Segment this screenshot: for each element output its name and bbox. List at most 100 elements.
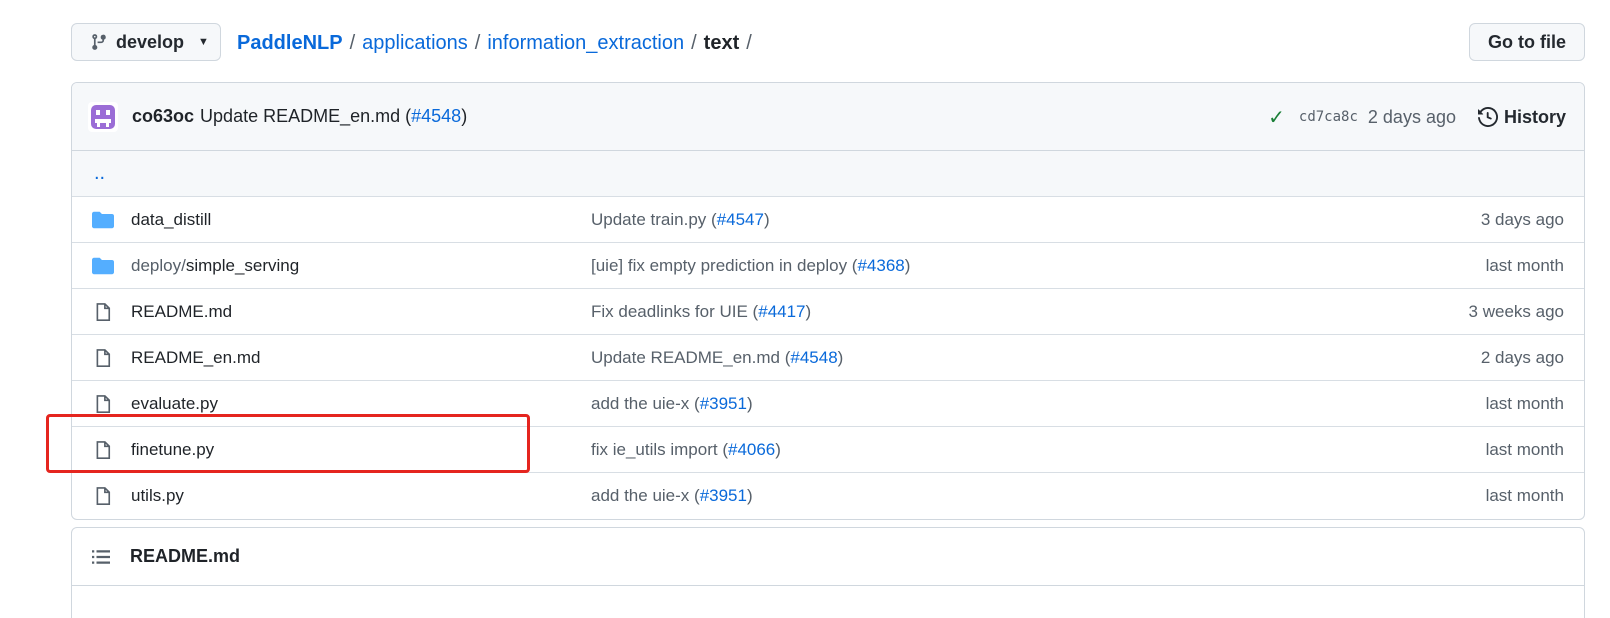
- breadcrumb-separator: /: [349, 31, 356, 54]
- readme-panel: README.md: [71, 527, 1585, 618]
- file-commit-time: 3 weeks ago: [1468, 301, 1564, 321]
- commit-time: 2 days ago: [1367, 106, 1456, 127]
- breadcrumb-separator: /: [474, 31, 481, 54]
- file-name-prefix: deploy/: [131, 255, 186, 275]
- history-icon: [1477, 107, 1498, 127]
- file-commit-message[interactable]: Update README_en.md (#4548): [591, 348, 843, 368]
- breadcrumb-information-extraction-link[interactable]: information_extraction: [487, 32, 684, 55]
- file-commit-close: ): [904, 255, 911, 275]
- file-commit-text: Update train.py (: [591, 209, 717, 229]
- file-commit-time: last month: [1485, 393, 1564, 413]
- file-commit-message[interactable]: fix ie_utils import (#4066): [591, 440, 781, 460]
- file-name-link[interactable]: utils.py: [131, 486, 184, 506]
- breadcrumb-repo-link[interactable]: PaddleNLP: [237, 32, 343, 55]
- file-commit-close: ): [805, 301, 812, 321]
- file-row[interactable]: evaluate.py add the uie-x (#3951) last mon…: [72, 381, 1584, 427]
- file-commit-close: ): [763, 209, 770, 229]
- file-commit-text: [uie] fix empty prediction in deploy (: [591, 255, 858, 275]
- branch-name: develop: [116, 31, 185, 52]
- file-icon: [96, 303, 111, 321]
- file-commit-message[interactable]: Update train.py (#4547): [591, 210, 770, 230]
- file-commit-message[interactable]: add the uie-x (#3951): [591, 394, 753, 414]
- file-name-link[interactable]: evaluate.py: [131, 394, 218, 414]
- file-name-link[interactable]: deploy/simple_serving: [131, 256, 299, 276]
- file-commit-text: Fix deadlinks for UIE (: [591, 301, 759, 321]
- file-name-text: evaluate.py: [131, 393, 218, 413]
- file-row[interactable]: deploy/simple_serving [uie] fix empty pre…: [72, 243, 1584, 289]
- file-row[interactable]: README.md Fix deadlinks for UIE (#4417) 3 …: [72, 289, 1584, 335]
- file-commit-close: ): [746, 393, 753, 413]
- branch-selector-button[interactable]: develop ▼: [71, 23, 221, 61]
- file-commit-text: add the uie-x (: [591, 486, 700, 505]
- file-commit-close: ): [775, 439, 781, 459]
- history-button[interactable]: History: [1477, 106, 1566, 128]
- git-branch-icon: [92, 34, 106, 50]
- history-label: History: [1503, 106, 1566, 127]
- file-row[interactable]: data_distill Update train.py (#4547) 3 day…: [72, 197, 1584, 243]
- file-icon: [96, 395, 111, 413]
- list-icon[interactable]: [92, 549, 110, 565]
- file-commit-pr-link[interactable]: #4066: [728, 440, 775, 459]
- file-name-text: utils.py: [131, 486, 184, 505]
- file-commit-pr-link[interactable]: #4548: [790, 348, 837, 367]
- file-row[interactable]: README_en.md Update README_en.md (#4548) 2…: [72, 335, 1584, 381]
- file-row[interactable]: utils.py add the uie-x (#3951) last month: [72, 473, 1584, 519]
- commit-author[interactable]: co63oc: [132, 106, 194, 127]
- file-name-link[interactable]: data_distill: [131, 210, 211, 230]
- file-rows: data_distill Update train.py (#4547) 3 day…: [72, 197, 1584, 519]
- breadcrumb-separator: /: [746, 31, 752, 54]
- commit-message-end: ): [461, 106, 468, 126]
- file-row[interactable]: finetune.py fix ie_utils import (#4066) la…: [72, 427, 1584, 473]
- file-commit-pr-link[interactable]: #3951: [700, 394, 747, 413]
- file-commit-time: last month: [1485, 255, 1564, 275]
- file-commit-close: ): [746, 486, 753, 505]
- file-name-text: data_distill: [131, 209, 212, 229]
- check-icon[interactable]: ✓: [1268, 105, 1285, 130]
- file-commit-pr-link[interactable]: #4368: [857, 256, 904, 275]
- github-file-browser: develop ▼ PaddleNLP / applications / inf…: [0, 0, 1610, 618]
- file-name-text: finetune.py: [131, 439, 215, 459]
- commit-pr-link[interactable]: #4548: [411, 106, 461, 126]
- go-to-file-button[interactable]: Go to file: [1469, 23, 1585, 61]
- commit-meta: ✓ cd7ca8c 2 days ago History: [1268, 83, 1566, 151]
- commit-message-text: Update README_en.md (: [200, 106, 412, 126]
- breadcrumb-applications-link[interactable]: applications: [362, 32, 468, 55]
- file-list: co63oc Update README_en.md (#4548) ✓ cd7…: [71, 82, 1585, 520]
- commit-message[interactable]: Update README_en.md (#4548): [200, 106, 467, 127]
- file-icon: [96, 487, 111, 505]
- file-commit-time: last month: [1485, 439, 1564, 459]
- file-commit-time: last month: [1485, 486, 1564, 505]
- file-icon: [96, 441, 111, 459]
- file-name-text: README_en.md: [131, 347, 261, 367]
- parent-directory-link[interactable]: ..: [94, 162, 105, 185]
- breadcrumb: PaddleNLP / applications / information_e…: [237, 28, 759, 58]
- file-commit-text: add the uie-x (: [591, 393, 700, 413]
- file-commit-time: 3 days ago: [1480, 209, 1564, 229]
- file-commit-close: ): [837, 347, 844, 367]
- file-name-link[interactable]: README_en.md: [131, 348, 260, 368]
- file-commit-message[interactable]: [uie] fix empty prediction in deploy (#4…: [591, 256, 910, 276]
- file-commit-pr-link[interactable]: #3951: [700, 486, 747, 505]
- folder-icon: [92, 257, 114, 275]
- readme-header: README.md: [72, 528, 1584, 586]
- file-commit-pr-link[interactable]: #4417: [758, 302, 805, 321]
- file-commit-text: fix ie_utils import (: [591, 439, 728, 459]
- file-commit-pr-link[interactable]: #4547: [717, 210, 764, 229]
- file-icon: [96, 349, 111, 367]
- folder-icon: [92, 211, 114, 229]
- file-name-link[interactable]: finetune.py: [131, 440, 214, 460]
- file-commit-message[interactable]: Fix deadlinks for UIE (#4417): [591, 302, 811, 322]
- commit-sha[interactable]: cd7ca8c: [1299, 109, 1358, 125]
- file-name-text: simple_serving: [185, 255, 300, 275]
- file-name-text: README.md: [131, 301, 233, 321]
- file-name-link[interactable]: README.md: [131, 302, 232, 322]
- avatar[interactable]: [88, 101, 118, 132]
- breadcrumb-current: text: [703, 31, 740, 54]
- parent-directory-row[interactable]: ..: [72, 151, 1584, 197]
- file-commit-message[interactable]: add the uie-x (#3951): [591, 486, 753, 506]
- file-commit-time: 2 days ago: [1480, 347, 1564, 367]
- latest-commit-bar: co63oc Update README_en.md (#4548) ✓ cd7…: [72, 83, 1584, 151]
- readme-title: README.md: [130, 546, 241, 566]
- breadcrumb-separator: /: [691, 31, 697, 54]
- file-commit-text: Update README_en.md (: [591, 347, 791, 367]
